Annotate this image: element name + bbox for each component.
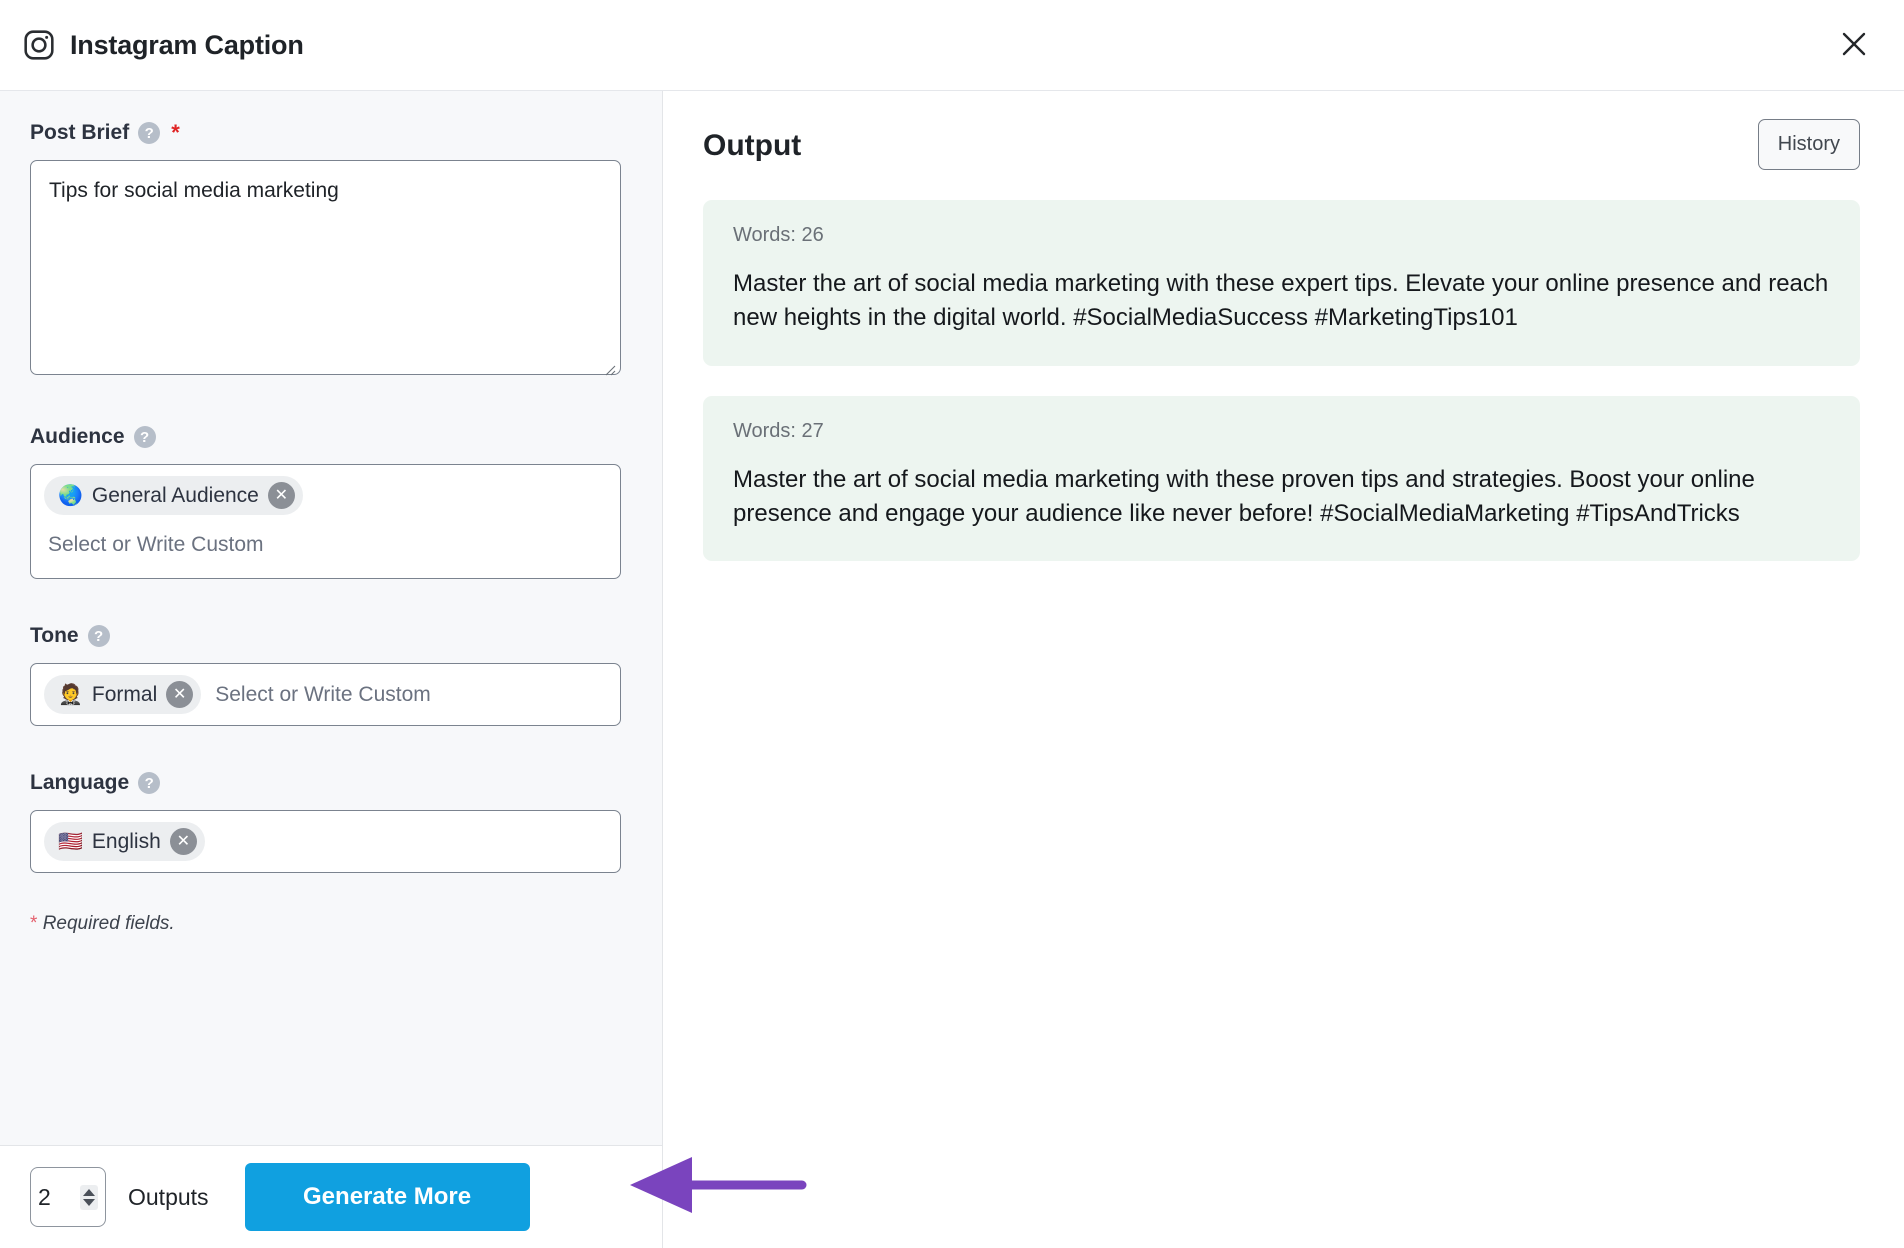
history-button[interactable]: History — [1757, 119, 1860, 170]
tone-label-row: Tone ? — [30, 624, 622, 648]
outputs-label: Outputs — [128, 1183, 209, 1210]
globe-icon: 🌏 — [58, 484, 83, 507]
tone-placeholder: Select or Write Custom — [215, 682, 431, 706]
page-title: Instagram Caption — [70, 29, 304, 60]
instagram-icon — [22, 28, 56, 62]
audience-label-row: Audience ? — [30, 425, 622, 449]
word-count-badge: Words: 27 — [733, 419, 824, 442]
required-fields-note: * Required fields. — [30, 913, 622, 935]
required-note-asterisk: * — [30, 913, 38, 934]
output-title: Output — [703, 129, 802, 162]
field-language: Language ? 🇺🇸 English ✕ — [30, 771, 622, 873]
remove-icon[interactable]: ✕ — [267, 482, 295, 509]
language-tag-label: English — [91, 829, 161, 853]
stepper-arrows-icon[interactable] — [80, 1184, 98, 1210]
outputs-count-value: 2 — [38, 1183, 51, 1210]
audience-tag-label: General Audience — [91, 483, 259, 507]
help-icon[interactable]: ? — [138, 122, 161, 144]
output-text: Master the art of social media marketing… — [733, 465, 1755, 527]
close-button[interactable] — [1832, 23, 1876, 67]
chevron-up-icon[interactable] — [83, 1188, 95, 1196]
language-label: Language — [30, 771, 130, 794]
field-post-brief: Post Brief ? * Tips for social media mar… — [30, 121, 622, 376]
tone-tag: 🤵 Formal ✕ — [44, 675, 202, 714]
language-tag: 🇺🇸 English ✕ — [44, 822, 205, 861]
language-label-row: Language ? — [30, 771, 622, 795]
required-asterisk: * — [171, 120, 180, 145]
tone-input[interactable]: 🤵 Formal ✕ Select or Write Custom — [30, 663, 621, 726]
word-count-badge: Words: 26 — [733, 224, 824, 246]
audience-label: Audience — [30, 425, 125, 448]
field-audience: Audience ? 🌏 General Audience ✕ Select o… — [30, 425, 622, 579]
post-brief-textarea[interactable]: Tips for social media marketing — [30, 160, 621, 376]
tone-tag-label: Formal — [91, 682, 158, 706]
help-icon[interactable]: ? — [87, 625, 110, 647]
dialog-body: Post Brief ? * Tips for social media mar… — [0, 91, 1904, 1248]
language-input[interactable]: 🇺🇸 English ✕ — [30, 810, 621, 873]
output-card[interactable]: Words: 26 Master the art of social media… — [703, 200, 1860, 366]
help-icon[interactable]: ? — [133, 426, 156, 448]
required-note-text: Required fields. — [42, 913, 175, 934]
generate-more-button[interactable]: Generate More — [244, 1163, 530, 1231]
instagram-caption-dialog: Instagram Caption Post Brief ? * Tips fo… — [0, 0, 1904, 1248]
form-panel: Post Brief ? * Tips for social media mar… — [0, 91, 663, 1248]
remove-icon[interactable]: ✕ — [166, 681, 194, 708]
post-brief-label: Post Brief — [30, 121, 130, 144]
audience-tag-row: 🌏 General Audience ✕ — [44, 476, 607, 515]
output-card[interactable]: Words: 27 Master the art of social media… — [703, 395, 1860, 562]
title-group: Instagram Caption — [22, 28, 304, 62]
audience-placeholder: Select or Write Custom — [48, 533, 264, 556]
audience-input[interactable]: 🌏 General Audience ✕ Select or Write Cus… — [30, 464, 621, 579]
remove-icon[interactable]: ✕ — [169, 828, 197, 855]
output-text: Master the art of social media marketing… — [733, 270, 1829, 332]
audience-tag: 🌏 General Audience ✕ — [44, 476, 303, 515]
output-panel: Output History Words: 26 Master the art … — [663, 91, 1904, 1248]
us-flag-icon: 🇺🇸 — [58, 830, 83, 853]
form-scroll-area: Post Brief ? * Tips for social media mar… — [0, 91, 662, 1145]
post-brief-label-row: Post Brief ? * — [30, 121, 622, 145]
field-tone: Tone ? 🤵 Formal ✕ Select or Write Custom — [30, 624, 622, 726]
post-brief-value: Tips for social media marketing — [49, 179, 339, 202]
resize-handle-icon[interactable] — [602, 356, 616, 376]
help-icon[interactable]: ? — [138, 772, 161, 794]
outputs-count-stepper[interactable]: 2 — [30, 1167, 106, 1227]
chevron-down-icon[interactable] — [83, 1198, 95, 1206]
close-icon — [1839, 29, 1869, 62]
tone-label: Tone — [30, 624, 79, 647]
output-header: Output History — [703, 119, 1860, 170]
dialog-titlebar: Instagram Caption — [0, 0, 1904, 91]
form-action-bar: 2 Outputs Generate More — [0, 1145, 662, 1248]
tuxedo-person-icon: 🤵 — [58, 683, 83, 706]
